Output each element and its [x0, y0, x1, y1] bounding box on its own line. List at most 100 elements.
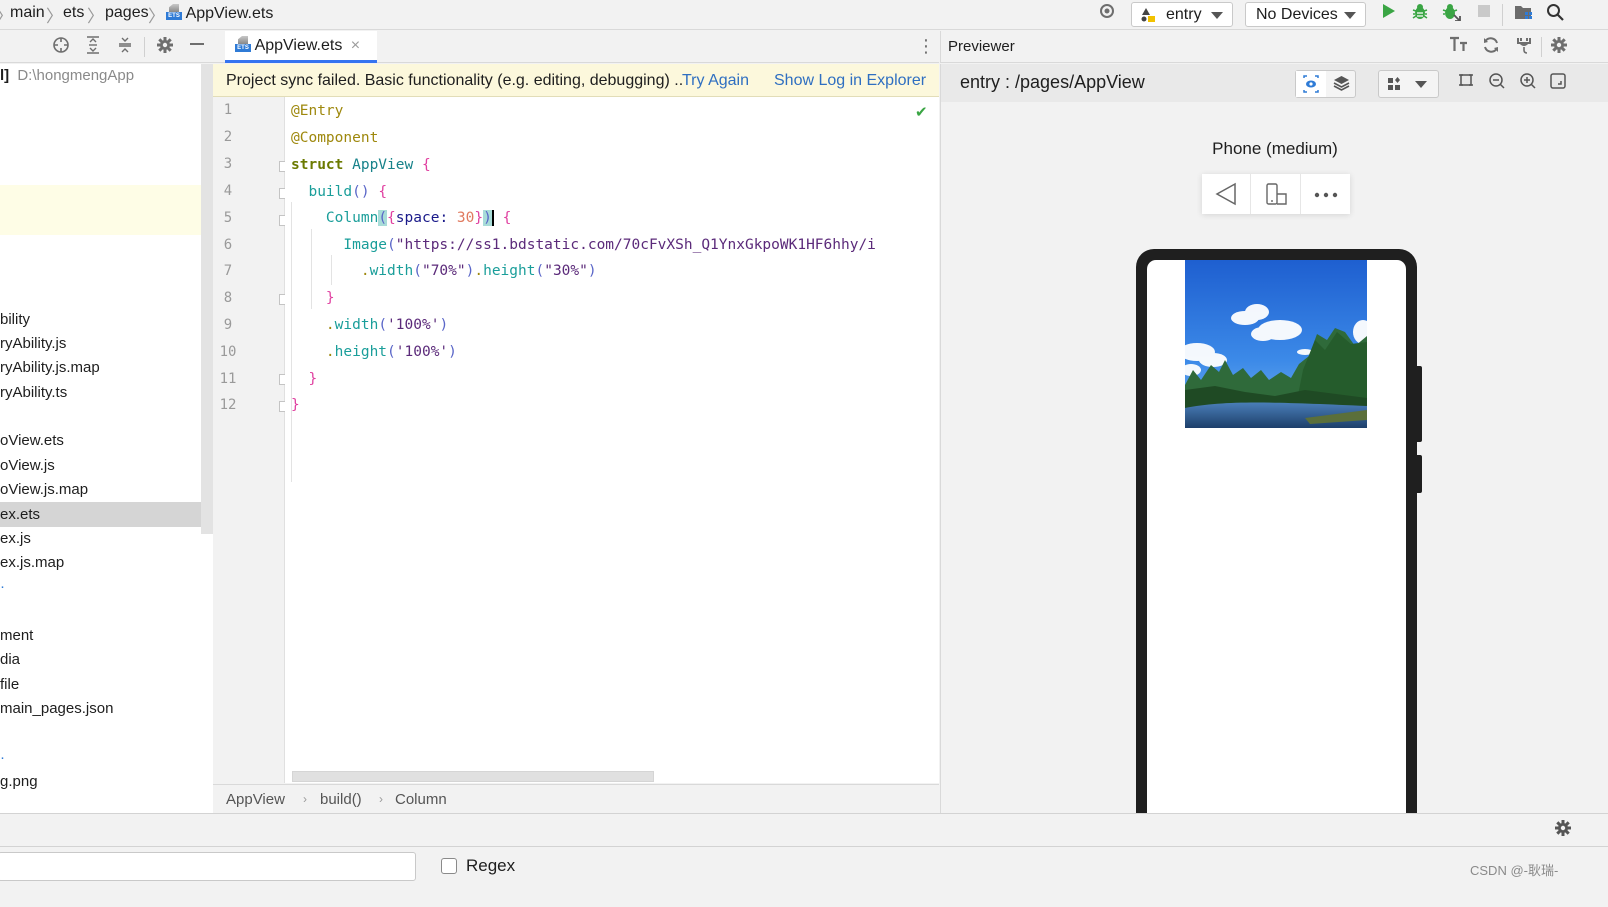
- module-icon: [1140, 7, 1156, 23]
- previewer-toolbar: entry : /pages/AppView: [940, 64, 1608, 102]
- more-vertical-icon[interactable]: ⋮: [917, 36, 935, 57]
- zoom-in-icon[interactable]: [1517, 72, 1539, 94]
- debug-icon[interactable]: [1409, 3, 1431, 25]
- gear-icon[interactable]: [154, 36, 176, 58]
- code-editor[interactable]: @Entry @Component struct AppView { build…: [285, 97, 939, 783]
- landscape-image: [1185, 260, 1367, 428]
- tree-root[interactable]: l] D:\hongmengApp: [0, 64, 134, 88]
- regex-checkbox[interactable]: [441, 858, 457, 874]
- target-icon[interactable]: [1096, 3, 1118, 25]
- line-number: 10: [219, 344, 237, 360]
- tree-item[interactable]: ryAbility.js: [0, 332, 66, 356]
- find-input[interactable]: [0, 852, 416, 881]
- device-label: No Devices: [1256, 6, 1338, 23]
- code-token: (: [378, 210, 388, 226]
- locate-icon[interactable]: [50, 36, 72, 58]
- horizontal-scrollbar[interactable]: [292, 771, 654, 782]
- minimize-icon[interactable]: [186, 36, 208, 58]
- phone-frame: [1136, 249, 1422, 813]
- project-toolbar: [0, 31, 213, 63]
- attach-debug-icon[interactable]: [1441, 3, 1463, 25]
- layers-icon[interactable]: [1327, 71, 1356, 97]
- code-line-11: }: [291, 366, 317, 392]
- search-icon[interactable]: [1544, 3, 1566, 25]
- breadcrumb-column[interactable]: Column: [395, 785, 447, 814]
- tree-item-selected[interactable]: ex.ets: [0, 503, 40, 527]
- phone-screen[interactable]: [1147, 260, 1406, 813]
- code-token: .: [325, 317, 335, 333]
- breadcrumb-pages[interactable]: pages: [105, 4, 149, 22]
- tree-item[interactable]: g.png: [0, 770, 38, 794]
- breadcrumb-separator: 〉: [148, 7, 165, 26]
- device-select[interactable]: No Devices: [1245, 2, 1366, 27]
- breadcrumb-main[interactable]: main: [10, 4, 45, 22]
- more-icon[interactable]: [1302, 174, 1350, 214]
- show-log-link[interactable]: Show Log in Explorer: [774, 64, 926, 97]
- code-token: ): [439, 317, 449, 333]
- expand-all-icon[interactable]: [82, 36, 104, 58]
- root-path: D:\hongmengApp: [17, 67, 135, 84]
- code-token: {: [493, 210, 512, 226]
- code-token: @Component: [291, 130, 379, 146]
- code-token: (: [535, 263, 545, 279]
- tree-item[interactable]: file: [0, 673, 19, 697]
- code-token: "30%": [544, 263, 588, 279]
- breadcrumb-appview[interactable]: AppView: [226, 785, 285, 814]
- tree-item[interactable]: dia: [0, 648, 20, 672]
- code-line-2: @Component: [291, 125, 378, 151]
- fit-icon[interactable]: [1455, 72, 1477, 94]
- run-config-label: entry: [1166, 6, 1202, 23]
- stop-icon[interactable]: [1473, 3, 1495, 25]
- back-icon[interactable]: [1202, 174, 1251, 214]
- code-line-12: }: [291, 392, 300, 418]
- code-line-10: .height('100%'): [291, 339, 457, 365]
- close-icon[interactable]: ×: [351, 37, 360, 54]
- refresh-icon[interactable]: [1480, 36, 1502, 58]
- run-config-select[interactable]: entry: [1131, 2, 1233, 27]
- top-navigation-bar: 〉 main 〉 ets 〉 pages 〉 ETS AppView.ets e…: [0, 0, 1608, 30]
- plug-icon[interactable]: [1513, 36, 1535, 58]
- project-structure-icon[interactable]: [1513, 3, 1535, 25]
- font-size-icon[interactable]: [1448, 36, 1470, 58]
- try-again-link[interactable]: Try Again: [682, 64, 749, 97]
- toolbar-divider: [1541, 37, 1542, 57]
- code-token: Image: [343, 237, 388, 253]
- code-token: ): [587, 263, 597, 279]
- zoom-out-icon[interactable]: [1486, 72, 1508, 94]
- gear-icon[interactable]: [1552, 819, 1574, 841]
- inspector-icon[interactable]: [1296, 71, 1326, 97]
- tree-item[interactable]: ex.js.map: [0, 551, 64, 575]
- fullscreen-icon[interactable]: [1547, 72, 1569, 94]
- tree-item[interactable]: main_pages.json: [0, 697, 113, 721]
- rotate-icon[interactable]: [1252, 174, 1301, 214]
- code-token: {: [387, 210, 396, 226]
- tree-item[interactable]: oView.ets: [0, 429, 64, 453]
- code-line-1: @Entry: [291, 98, 343, 124]
- run-icon[interactable]: [1378, 3, 1400, 25]
- dropdown-icon[interactable]: [1415, 81, 1427, 88]
- breadcrumb-separator: 〉: [46, 7, 63, 26]
- tree-item[interactable]: oView.js: [0, 454, 55, 478]
- tree-item[interactable]: bility: [0, 308, 30, 332]
- tree-item[interactable]: ryAbility.js.map: [0, 356, 100, 380]
- tab-appview-ets[interactable]: ETS AppView.ets ×: [225, 31, 377, 63]
- tree-item[interactable]: ryAbility.ts: [0, 381, 67, 405]
- breadcrumb-file[interactable]: ETS AppView.ets: [166, 4, 273, 23]
- breadcrumb-build[interactable]: build(): [320, 785, 362, 814]
- checkmark-icon[interactable]: ✔: [915, 103, 928, 121]
- code-token: (: [378, 317, 388, 333]
- component-select-group[interactable]: [1378, 70, 1439, 98]
- line-number: 12: [219, 397, 237, 413]
- collapse-all-icon[interactable]: [114, 36, 136, 58]
- components-icon[interactable]: [1383, 71, 1407, 97]
- sidebar-scrollbar[interactable]: [201, 64, 213, 534]
- gear-icon[interactable]: [1548, 36, 1570, 58]
- previewer-canvas: Phone (medium): [940, 102, 1608, 813]
- breadcrumb-ets[interactable]: ets: [63, 4, 84, 22]
- tree-item[interactable]: ex.js: [0, 527, 31, 551]
- code-line-4: build() {: [291, 179, 387, 205]
- tree-item[interactable]: oView.js.map: [0, 478, 88, 502]
- code-token: }: [308, 371, 318, 387]
- tree-item[interactable]: ment: [0, 624, 33, 648]
- toolbar-divider: [1502, 4, 1503, 26]
